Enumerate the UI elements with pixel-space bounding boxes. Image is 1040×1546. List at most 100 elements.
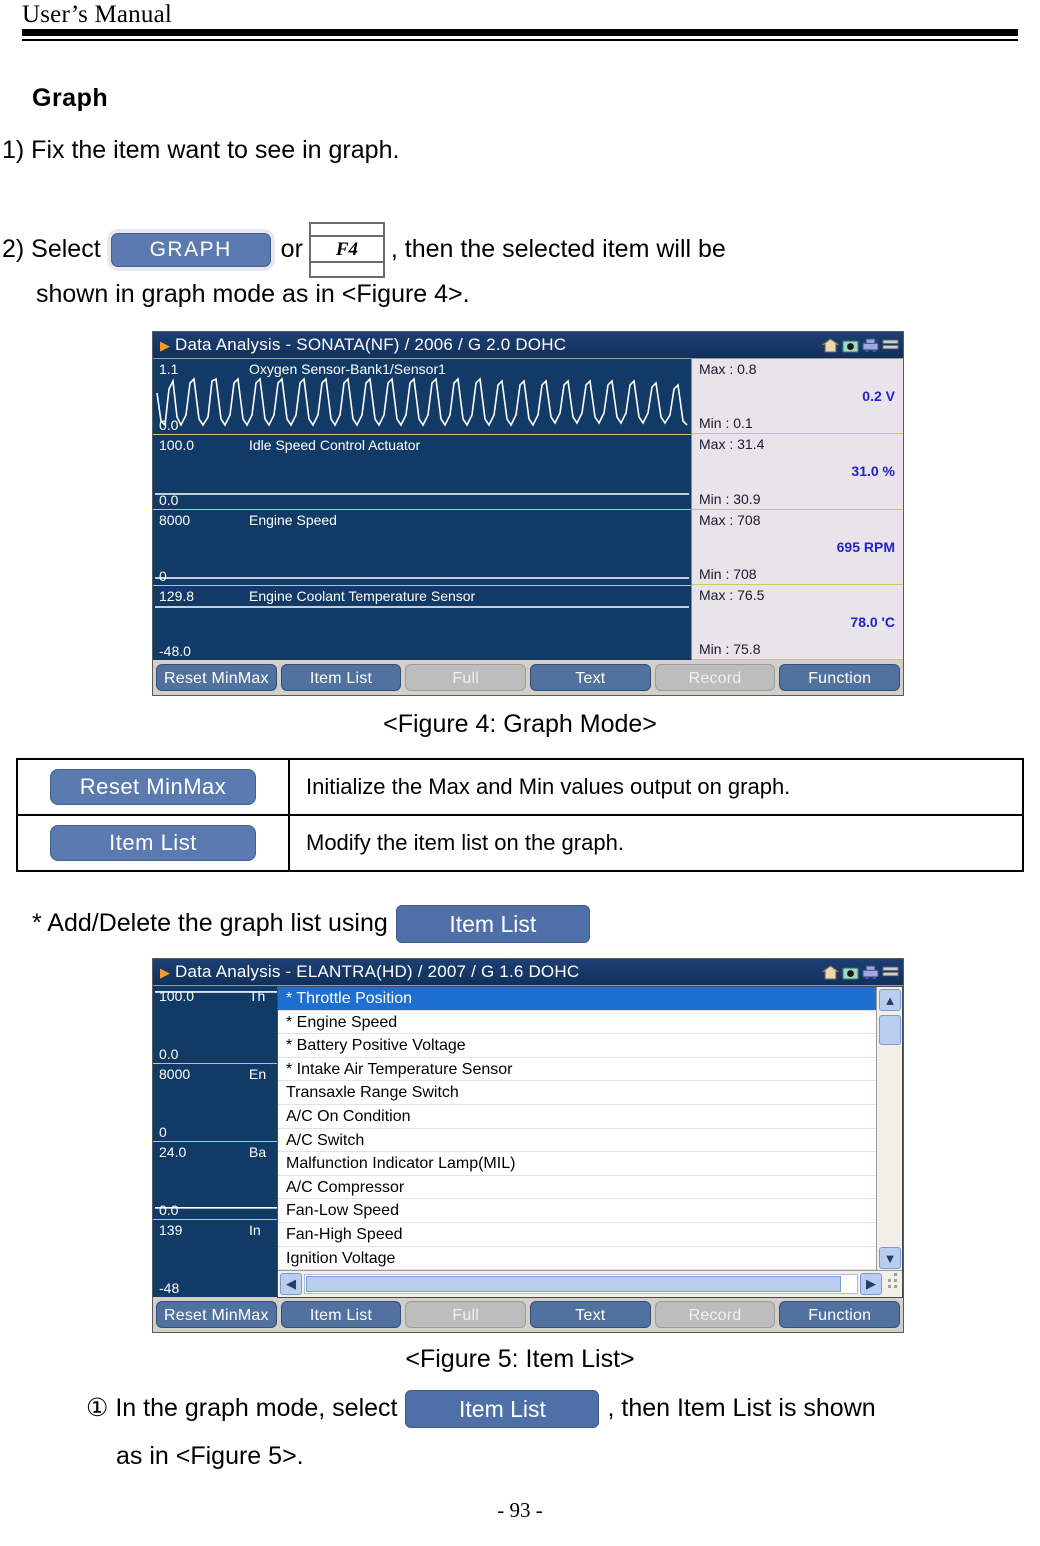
figure-5-device-screenshot: ▶ Data Analysis - ELANTRA(HD) / 2007 / G… — [152, 958, 904, 1333]
figure4-minmax-panel: Max : 0.8 0.2 V Min : 0.1 Max : 31.4 31.… — [691, 359, 903, 660]
button-description-table: Reset MinMax Initialize the Max and Min … — [16, 758, 1024, 872]
graph-row-label-clipped: En — [249, 1066, 267, 1082]
graph-row-engine-coolant-temperature[interactable]: 129.8 -48.0 Engine Coolant Temperature S… — [153, 586, 691, 661]
f4-key-glyph[interactable]: F4 — [308, 222, 385, 278]
camera-icon[interactable] — [842, 964, 859, 981]
max-value: Max : 708 — [699, 511, 761, 528]
figure5-title-text: Data Analysis - ELANTRA(HD) / 2007 / G 1… — [175, 962, 580, 981]
button-text[interactable]: Text — [530, 663, 651, 691]
graph-row-label-clipped: Th — [249, 988, 266, 1004]
scrollbar-thumb-horizontal[interactable] — [306, 1276, 842, 1292]
button-full[interactable]: Full — [405, 1300, 527, 1328]
graph-row-scale-top: 129.8 — [159, 587, 195, 604]
minmax-row-idle-speed: Max : 31.4 31.0 % Min : 30.9 — [692, 434, 903, 510]
play-arrow-icon: ▶ — [160, 964, 170, 980]
list-item[interactable]: A/C On Condition — [278, 1104, 902, 1129]
note-add-delete: * Add/Delete the graph list using Item L… — [32, 905, 598, 943]
button-function[interactable]: Function — [779, 1300, 901, 1328]
graph-row-scale-bottom: 0 — [159, 1124, 167, 1140]
engine-speed-trace — [155, 577, 689, 579]
list-item[interactable]: Ignition Voltage — [278, 1246, 902, 1271]
current-value: 78.0 'C — [850, 613, 895, 630]
list-item[interactable]: * Throttle Position — [278, 987, 902, 1011]
chevron-left-icon[interactable]: ◀ — [280, 1273, 302, 1295]
printer-icon[interactable] — [862, 964, 879, 981]
figure5-graph-body: 100.0 0.0 Th 8000 0 En 24.0 0.0 Ba 139 -… — [153, 985, 903, 1298]
graph-row-scale-bottom: -48 — [159, 1280, 180, 1296]
note-circle-1-suffix: , then Item List is shown — [607, 1394, 876, 1423]
item-list-button-glyph[interactable]: Item List — [395, 905, 590, 943]
button-item-list[interactable]: Item List — [280, 663, 402, 691]
table-cell-button: Reset MinMax — [16, 758, 290, 816]
button-record[interactable]: Record — [654, 1300, 776, 1328]
figure-5-caption: <Figure 5: Item List> — [405, 1345, 635, 1373]
item-list-button-glyph[interactable]: Item List — [50, 825, 256, 861]
list-item[interactable]: * Battery Positive Voltage — [278, 1034, 902, 1058]
list-item[interactable]: * Intake Air Temperature Sensor — [278, 1057, 902, 1082]
graph-row-oxygen-sensor[interactable]: 1.1 0.0 Oxygen Sensor-Bank1/Sensor1 — [153, 359, 691, 435]
menu-icon[interactable] — [882, 964, 899, 981]
home-icon[interactable] — [822, 964, 839, 981]
reset-minmax-button-glyph[interactable]: Reset MinMax — [50, 769, 256, 805]
vertical-scrollbar[interactable]: ▲ ▼ — [876, 987, 902, 1271]
graph-row-scale-top: 100.0 — [159, 436, 195, 453]
graph-button-glyph[interactable]: GRAPH — [110, 233, 271, 267]
graph-row-scale-top: 100.0 — [159, 988, 195, 1004]
list-item[interactable]: Transaxle Range Switch — [278, 1081, 902, 1105]
button-reset-minmax[interactable]: Reset MinMax — [156, 1300, 277, 1328]
note-circle-1-prefix: ① In the graph mode, select — [86, 1394, 398, 1423]
home-icon[interactable] — [822, 337, 839, 354]
graph-row-scale-bottom: 0.0 — [159, 492, 179, 508]
note-circle-1-continuation: as in <Figure 5>. — [116, 1442, 304, 1470]
button-item-list[interactable]: Item List — [280, 1300, 402, 1328]
button-reset-minmax[interactable]: Reset MinMax — [156, 663, 277, 691]
list-item[interactable]: Fan-High Speed — [278, 1222, 902, 1247]
graph-row-label-clipped: Ba — [249, 1144, 267, 1160]
printer-icon[interactable] — [862, 337, 879, 354]
figure5-titlebar-icons — [822, 964, 903, 981]
button-function[interactable]: Function — [779, 663, 901, 691]
chevron-right-icon[interactable]: ▶ — [860, 1273, 882, 1295]
current-value: 31.0 % — [851, 463, 895, 480]
scrollbar-track-horizontal[interactable] — [304, 1274, 858, 1294]
graph-row-label: Engine Coolant Temperature Sensor — [249, 587, 476, 604]
button-text[interactable]: Text — [530, 1300, 651, 1328]
table-cell-description: Initialize the Max and Min values output… — [288, 758, 1024, 816]
graph-row-scale-top: 24.0 — [159, 1144, 187, 1160]
list-item[interactable]: A/C Switch — [278, 1128, 902, 1153]
list-item[interactable]: * Engine Speed — [278, 1010, 902, 1035]
graph-row-label-clipped: In — [249, 1222, 261, 1238]
graph-row-engine-speed[interactable]: 8000 0 Engine Speed — [153, 510, 691, 586]
table-row: Reset MinMax Initialize the Max and Min … — [16, 758, 1024, 816]
max-value: Max : 31.4 — [699, 436, 765, 453]
item-list-rows: * Throttle Position * Engine Speed * Bat… — [278, 987, 902, 1297]
step-2-suffix: , then the selected item will be — [390, 235, 726, 264]
horizontal-scrollbar[interactable]: ◀ ▶ — [278, 1270, 902, 1297]
page-number: - 93 - — [497, 1498, 543, 1522]
graph-row-scale-top: 139 — [159, 1222, 183, 1238]
item-list-dialog: * Throttle Position * Engine Speed * Bat… — [277, 986, 903, 1298]
list-item[interactable]: Fan-Low Speed — [278, 1199, 902, 1223]
graph-row-scale-top: 1.1 — [159, 361, 179, 377]
item-list-button-glyph[interactable]: Item List — [405, 1390, 600, 1428]
resize-grip[interactable] — [884, 1273, 902, 1295]
figure4-button-bar: Reset MinMax Item List Full Text Record … — [153, 660, 903, 694]
step-2-line: 2) Select GRAPH or F4 , then the selecte… — [2, 222, 1032, 278]
graph-row-scale-bottom: 0.0 — [159, 1202, 179, 1218]
button-full[interactable]: Full — [405, 663, 527, 691]
figure4-graph-body: 1.1 0.0 Oxygen Sensor-Bank1/Sensor1 100.… — [153, 358, 903, 660]
list-item[interactable]: A/C Compressor — [278, 1175, 902, 1200]
figure5-button-bar: Reset MinMax Item List Full Text Record … — [153, 1297, 903, 1331]
scrollbar-thumb-vertical[interactable] — [879, 1015, 901, 1045]
play-arrow-icon: ▶ — [160, 337, 170, 353]
graph-row-scale-bottom: 0.0 — [159, 1046, 179, 1062]
list-item[interactable]: Malfunction Indicator Lamp(MIL) — [278, 1152, 902, 1176]
step-2-or: or — [280, 235, 303, 264]
chevron-up-icon[interactable]: ▲ — [879, 989, 901, 1011]
min-value: Min : 708 — [699, 565, 757, 582]
camera-icon[interactable] — [842, 337, 859, 354]
graph-row-idle-speed-control-actuator[interactable]: 100.0 0.0 Idle Speed Control Actuator — [153, 435, 691, 510]
button-record[interactable]: Record — [654, 663, 776, 691]
menu-icon[interactable] — [882, 337, 899, 354]
chevron-down-icon[interactable]: ▼ — [879, 1247, 901, 1269]
